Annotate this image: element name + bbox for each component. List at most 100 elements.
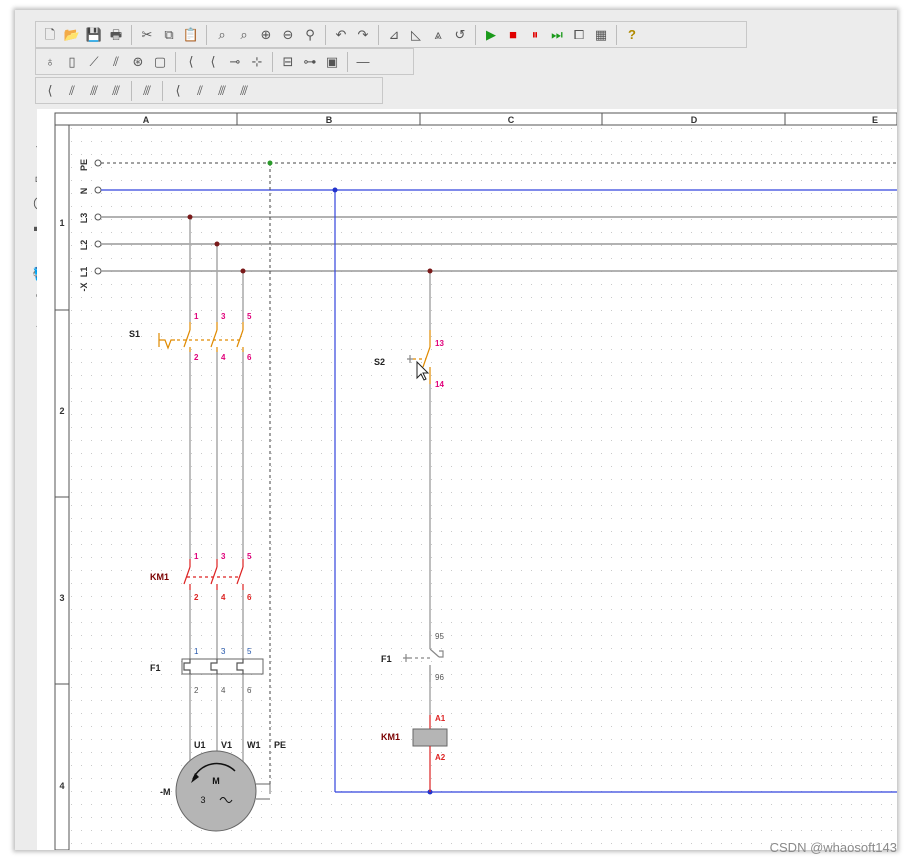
- toolbar-separator: [378, 24, 379, 45]
- fuse-icon[interactable]: ▯: [63, 52, 81, 72]
- contact-nc-icon[interactable]: ⟨: [204, 52, 222, 72]
- s1-pin-2: 2: [194, 353, 199, 362]
- redo-icon[interactable]: ↷: [354, 25, 372, 45]
- column-label-a: A: [143, 115, 150, 125]
- km1-pin-4: 4: [221, 593, 226, 602]
- toolbar-separator: [131, 24, 132, 45]
- neutral-junction: [332, 187, 338, 193]
- pause-icon[interactable]: ⏸: [526, 25, 544, 45]
- undo-icon[interactable]: ↶: [332, 25, 350, 45]
- s1-pin-5: 5: [247, 312, 252, 321]
- s2-label: S2: [374, 357, 385, 367]
- motor-terminal-pe: PE: [274, 740, 286, 750]
- f1-pin-95: 95: [435, 632, 444, 641]
- contact2-icon[interactable]: ⫽: [63, 81, 81, 101]
- terminal-label-pe: PE: [79, 159, 89, 171]
- f1-pin-5: 5: [247, 647, 252, 656]
- mirror-left-icon[interactable]: ⊿: [385, 25, 403, 45]
- column-ruler: [54, 112, 897, 126]
- contact8-icon[interactable]: ⫻: [213, 81, 231, 101]
- km1-pin-2: 2: [194, 593, 199, 602]
- f1-pin-3: 3: [221, 647, 226, 656]
- help-icon[interactable]: ?: [623, 25, 641, 45]
- zoom-out-icon[interactable]: ⊖: [279, 25, 297, 45]
- motor-symbol: M: [212, 776, 220, 786]
- zoom-page-icon[interactable]: ⌕: [213, 25, 231, 45]
- timer-icon[interactable]: ⊶: [301, 52, 319, 72]
- s2-pin-14: 14: [435, 380, 444, 389]
- stop-icon[interactable]: ■: [504, 25, 522, 45]
- contacts-toolbar: ⟨ ⫽ ⫻ ⫻ ⫻ ⟨ ⫽ ⫻ ⫻: [35, 77, 383, 104]
- row-label-4: 4: [59, 781, 64, 791]
- terminal-label-n: N: [79, 188, 89, 195]
- f1-pin-96: 96: [435, 673, 444, 682]
- km1-pin-a1: A1: [435, 714, 446, 723]
- toolbar-separator: [347, 51, 348, 72]
- contact-no-icon[interactable]: ⟨: [182, 52, 200, 72]
- motor-terminal-v1: V1: [221, 740, 232, 750]
- print-icon[interactable]: 🖶: [107, 25, 125, 45]
- km1-pin-6: 6: [247, 593, 252, 602]
- report-icon[interactable]: ▦: [592, 25, 610, 45]
- l1-junction: [240, 268, 246, 274]
- terminal-l1[interactable]: [94, 267, 102, 275]
- contact1-icon[interactable]: ⟨: [41, 81, 59, 101]
- f1-pin-2: 2: [194, 686, 199, 695]
- paste-icon[interactable]: 📋: [182, 25, 200, 45]
- s1-pin-4: 4: [221, 353, 226, 362]
- watermark: CSDN @whaosoft143: [769, 840, 897, 855]
- contact3-icon[interactable]: ⫻: [85, 81, 103, 101]
- flip-vertical-icon[interactable]: ⩓: [429, 25, 447, 45]
- contact5-icon[interactable]: ⫻: [138, 81, 156, 101]
- lamp-icon[interactable]: ♁: [41, 52, 59, 72]
- coil-icon[interactable]: ▢: [151, 52, 169, 72]
- relay-icon[interactable]: ⊟: [279, 52, 297, 72]
- toolbar-separator: [616, 24, 617, 45]
- terminal-l2[interactable]: [94, 240, 102, 248]
- contact7-icon[interactable]: ⫽: [191, 81, 209, 101]
- terminal-label-l2: L2: [79, 240, 89, 251]
- io-icon[interactable]: ▣: [323, 52, 341, 72]
- switch-icon[interactable]: ⟋: [85, 52, 103, 72]
- rotate-icon[interactable]: ↺: [451, 25, 469, 45]
- contact9-icon[interactable]: ⫻: [235, 81, 253, 101]
- node-icon[interactable]: ⊹: [248, 52, 266, 72]
- window-icon[interactable]: ⧠: [570, 25, 588, 45]
- triple-switch-icon[interactable]: ⫽: [107, 52, 125, 72]
- zoom-select-icon[interactable]: ⚲: [301, 25, 319, 45]
- copy-icon[interactable]: ⧉: [160, 25, 178, 45]
- new-file-icon[interactable]: 🗋: [41, 25, 59, 45]
- step-icon[interactable]: ⏭: [548, 25, 566, 45]
- motor-small-icon[interactable]: ⊛: [129, 52, 147, 72]
- column-label-d: D: [691, 115, 698, 125]
- terminal-pe[interactable]: [94, 159, 102, 167]
- zoom-in-icon[interactable]: ⊕: [257, 25, 275, 45]
- s1-pin-3: 3: [221, 312, 226, 321]
- contact4-icon[interactable]: ⫻: [107, 81, 125, 101]
- open-folder-icon[interactable]: 📂: [63, 25, 81, 45]
- contact6-icon[interactable]: ⟨: [169, 81, 187, 101]
- save-icon[interactable]: 💾: [85, 25, 103, 45]
- s2-pin-13: 13: [435, 339, 444, 348]
- main-toolbar: 🗋 📂 💾 🖶 ✂ ⧉ 📋 ⌕ ⌕ ⊕ ⊖ ⚲ ↶ ↷ ⊿ ◺ ⩓ ↺ ▶ ■ ⏸ ⏭ ⧠ ▦?: [35, 21, 747, 48]
- motor-label: -M: [160, 787, 171, 797]
- schematic-canvas[interactable]: A B C D E 1 2 3 4 PE N L3 L2 L1 -X S1 1 …: [37, 109, 897, 850]
- terminal-n[interactable]: [94, 186, 102, 194]
- line-icon[interactable]: —: [354, 52, 372, 72]
- terminal-strip-label: -X: [79, 283, 89, 292]
- s1-pin-1: 1: [194, 312, 199, 321]
- toolbar-separator: [325, 24, 326, 45]
- mirror-right-icon[interactable]: ◺: [407, 25, 425, 45]
- row-label-1: 1: [59, 218, 64, 228]
- km1-pin-5: 5: [247, 552, 252, 561]
- toolbar-separator: [162, 80, 163, 101]
- play-icon[interactable]: ▶: [482, 25, 500, 45]
- f1-pin-4: 4: [221, 686, 226, 695]
- l3-junction: [187, 214, 193, 220]
- terminal-icon[interactable]: ⊸: [226, 52, 244, 72]
- toolbar-separator: [131, 80, 132, 101]
- zoom-width-icon[interactable]: ⌕: [235, 25, 253, 45]
- terminal-l3[interactable]: [94, 213, 102, 221]
- cut-icon[interactable]: ✂: [138, 25, 156, 45]
- km1-pin-a2: A2: [435, 753, 446, 762]
